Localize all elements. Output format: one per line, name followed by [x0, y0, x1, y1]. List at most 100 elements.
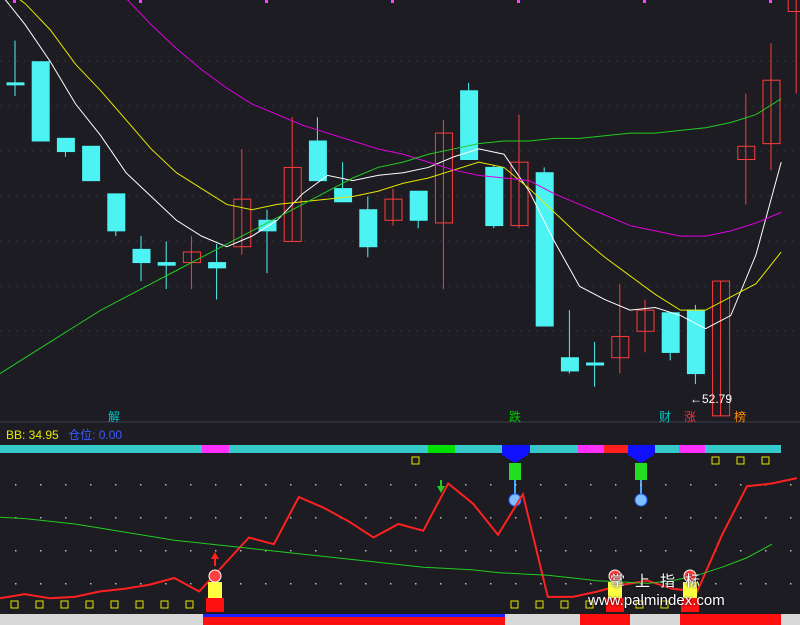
- drop-marker-cap: [502, 445, 528, 463]
- up-arrow-icon: [211, 552, 219, 566]
- candle-body: [460, 90, 479, 160]
- guide-dot: [40, 550, 42, 552]
- candle-body: [82, 145, 101, 182]
- guide-dot: [315, 550, 317, 552]
- drop-marker-bar: [509, 463, 521, 480]
- guide-dot: [565, 583, 567, 585]
- guide-dot: [215, 550, 217, 552]
- guide-dot: [115, 517, 117, 519]
- marker-label-4: 涨: [684, 410, 697, 424]
- drop-marker-cap: [628, 445, 654, 463]
- candle-body: [31, 61, 50, 142]
- candle-body: [6, 82, 25, 86]
- top-dot: [13, 0, 16, 3]
- top-dot: [517, 0, 520, 3]
- guide-dot: [790, 517, 792, 519]
- guide-dot: [240, 484, 242, 486]
- guide-dot: [365, 484, 367, 486]
- guide-dot: [390, 484, 392, 486]
- guide-dot: [765, 550, 767, 552]
- guide-dot: [640, 517, 642, 519]
- signal-square: [110, 600, 119, 609]
- guide-dot: [765, 583, 767, 585]
- top-dot: [265, 0, 268, 3]
- guide-dot: [465, 550, 467, 552]
- guide-dot: [340, 550, 342, 552]
- guide-dot: [165, 550, 167, 552]
- guide-dot: [15, 484, 17, 486]
- position-value: 仓位: 0.00: [68, 428, 123, 442]
- guide-dot: [740, 484, 742, 486]
- guide-dot: [190, 583, 192, 585]
- signal-segment: [202, 445, 229, 453]
- guide-dot: [290, 583, 292, 585]
- candle-body: [132, 248, 151, 264]
- guide-dot: [390, 517, 392, 519]
- candle-body: [107, 193, 126, 232]
- guide-dot: [765, 517, 767, 519]
- guide-dot: [440, 517, 442, 519]
- guide-dot: [515, 517, 517, 519]
- guide-dot: [115, 550, 117, 552]
- guide-dot: [615, 550, 617, 552]
- buy-marker-body: [208, 582, 222, 598]
- signal-square: [560, 600, 569, 609]
- guide-dot: [465, 583, 467, 585]
- guide-dot: [265, 517, 267, 519]
- low-price-note: ←52.79: [690, 392, 733, 406]
- guide-dot: [365, 550, 367, 552]
- watermark-url: www.palmindex.com: [588, 592, 725, 609]
- marker-label-2: 跌: [509, 410, 522, 424]
- signal-square: [411, 456, 420, 465]
- guide-dot: [290, 550, 292, 552]
- guide-dot: [540, 550, 542, 552]
- guide-dot: [140, 484, 142, 486]
- guide-dot: [15, 583, 17, 585]
- top-dot: [769, 0, 772, 3]
- guide-dot: [415, 583, 417, 585]
- guide-dot: [90, 550, 92, 552]
- top-dot: [139, 0, 142, 3]
- guide-dot: [565, 484, 567, 486]
- chart-area: [0, 0, 800, 625]
- guide-dot: [340, 484, 342, 486]
- candle-body: [359, 209, 378, 248]
- guide-dot: [315, 583, 317, 585]
- signal-square: [535, 600, 544, 609]
- ma-line-2: [19, 0, 782, 311]
- guide-dot: [115, 583, 117, 585]
- guide-dot: [590, 550, 592, 552]
- guide-dot: [715, 484, 717, 486]
- guide-dot: [615, 484, 617, 486]
- signal-segment: [679, 445, 705, 453]
- guide-dot: [290, 484, 292, 486]
- guide-dot: [65, 550, 67, 552]
- guide-dot: [665, 484, 667, 486]
- guide-dot: [90, 517, 92, 519]
- guide-dot: [265, 484, 267, 486]
- guide-dot: [490, 583, 492, 585]
- guide-dot: [715, 517, 717, 519]
- candle-body: [560, 357, 579, 372]
- signal-segment: [578, 445, 604, 453]
- guide-dot: [740, 583, 742, 585]
- guide-dot: [615, 517, 617, 519]
- guide-dot: [165, 517, 167, 519]
- guide-dot: [515, 583, 517, 585]
- guide-dot: [565, 550, 567, 552]
- guide-dot: [665, 517, 667, 519]
- signal-square: [736, 456, 745, 465]
- signal-square: [160, 600, 169, 609]
- signal-square: [135, 600, 144, 609]
- state-bar-red: [680, 614, 781, 625]
- guide-dot: [290, 517, 292, 519]
- guide-dot: [190, 517, 192, 519]
- guide-dot: [415, 550, 417, 552]
- drop-marker-ball: [634, 493, 648, 507]
- candle-body: [208, 262, 227, 269]
- candle-body: [686, 309, 705, 375]
- guide-dot: [40, 517, 42, 519]
- guide-dot: [240, 517, 242, 519]
- guide-dot: [90, 583, 92, 585]
- guide-dot: [190, 550, 192, 552]
